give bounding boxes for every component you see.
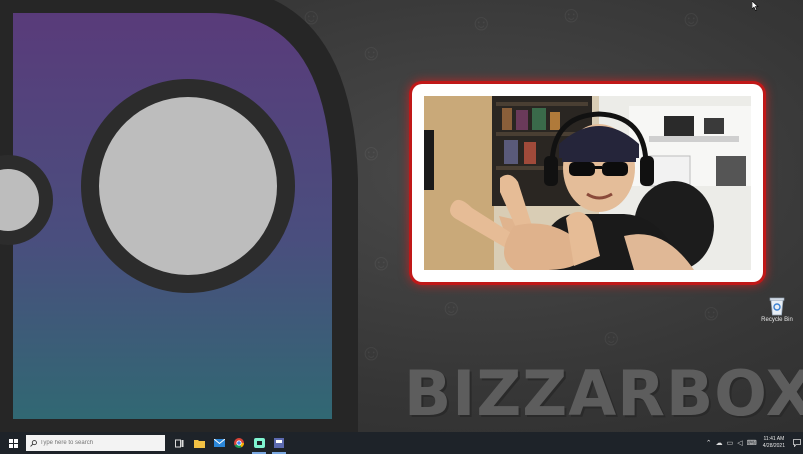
app-button[interactable] [269, 432, 289, 454]
language-icon[interactable]: ⌨ [747, 439, 757, 447]
bg-ghost-icon: ☺ [470, 10, 493, 35]
cloud-icon[interactable]: ☁ [716, 439, 723, 447]
webcam-feed [424, 96, 751, 270]
wallpaper-logo-text: BIZZARBOX [404, 357, 803, 430]
folder-icon [193, 439, 205, 448]
streamlabs-icon [253, 438, 265, 448]
ghost-eye-right [81, 79, 295, 293]
webcam-scene [424, 96, 751, 270]
chrome-button[interactable] [229, 432, 249, 454]
taskbar-search-box[interactable] [26, 435, 165, 451]
recycle-bin-icon [769, 297, 785, 316]
bg-ghost-icon: ☺ [600, 325, 623, 350]
mail-icon [213, 439, 225, 447]
action-center-button[interactable] [791, 439, 803, 447]
search-icon [30, 439, 37, 447]
bg-ghost-icon: ☺ [360, 40, 383, 65]
webcam-overlay [412, 84, 763, 282]
windows-logo-icon [8, 438, 18, 448]
ghost-eye-left [0, 155, 53, 245]
clock-date: 4/28/2021 [762, 443, 785, 449]
desktop: ☺ ☺ ☺ ☺ ☺ ☺ ☺ ☺ ☺ ☺ ☺ BIZZARBOX Recycle … [0, 0, 803, 432]
app-icon [274, 438, 284, 448]
chrome-icon [234, 438, 244, 448]
bg-ghost-icon: ☺ [360, 340, 383, 365]
streamlabs-button[interactable] [249, 432, 269, 454]
bg-ghost-icon: ☺ [700, 300, 723, 325]
volume-icon[interactable]: ◁ [737, 439, 742, 447]
bg-ghost-icon: ☺ [560, 2, 583, 27]
system-tray: ⌃ ☁ ▭ ◁ ⌨ 11:41 AM 4/28/2021 [704, 432, 803, 454]
recycle-bin-label: Recycle Bin [761, 317, 793, 323]
bg-ghost-icon: ☺ [370, 250, 393, 275]
start-button[interactable] [0, 432, 26, 454]
file-explorer-button[interactable] [189, 432, 209, 454]
task-view-button[interactable] [169, 432, 189, 454]
taskbar: ⌃ ☁ ▭ ◁ ⌨ 11:41 AM 4/28/2021 [0, 432, 803, 454]
search-input[interactable] [37, 440, 160, 446]
recycle-bin[interactable]: Recycle Bin [760, 296, 794, 323]
network-icon[interactable]: ▭ [727, 439, 734, 447]
bg-ghost-icon: ☺ [680, 6, 703, 31]
chevron-up-icon[interactable]: ⌃ [706, 439, 712, 447]
clock-time: 11:41 AM [763, 436, 785, 442]
bg-ghost-icon: ☺ [440, 295, 463, 320]
mouse-cursor-icon [752, 1, 759, 11]
bg-ghost-icon: ☺ [360, 140, 383, 165]
bg-ghost-icon: ☺ [300, 4, 323, 29]
task-view-icon [174, 439, 183, 447]
mail-button[interactable] [209, 432, 229, 454]
notification-icon [793, 439, 801, 447]
taskbar-clock[interactable]: 11:41 AM 4/28/2021 [763, 436, 785, 450]
